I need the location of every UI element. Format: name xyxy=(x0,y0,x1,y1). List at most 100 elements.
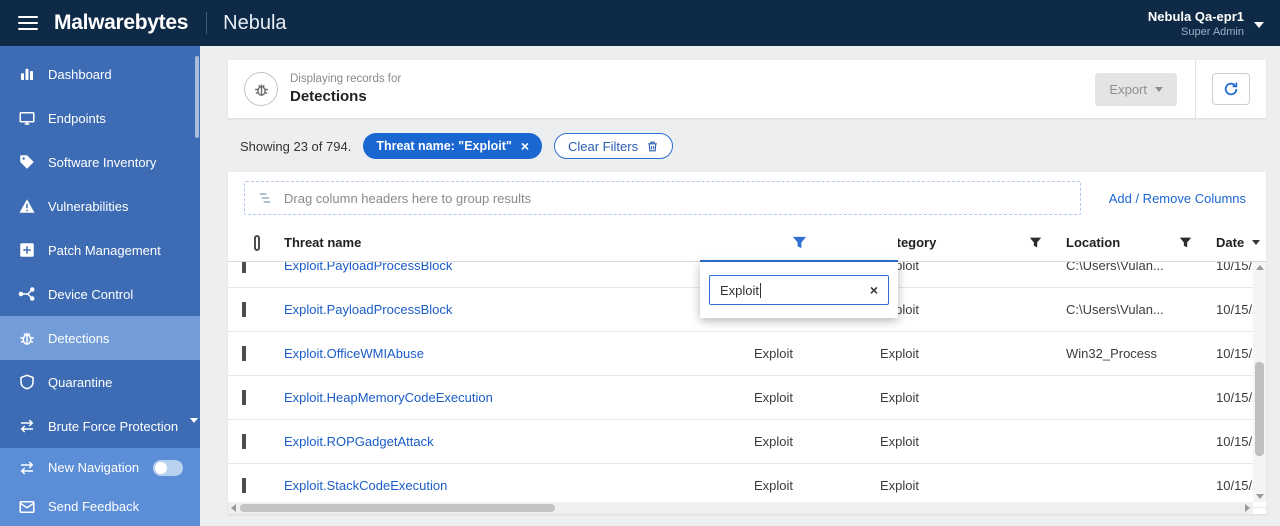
category-cell: Exploit xyxy=(880,390,920,405)
table-row: Exploit.OfficeWMIAbuse Exploit Exploit W… xyxy=(228,332,1266,376)
sidebar-item-label: Send Feedback xyxy=(48,499,140,514)
col2-cell: Exploit xyxy=(754,478,794,493)
page-subtitle: Displaying records for xyxy=(290,73,402,85)
row-checkbox[interactable] xyxy=(242,478,246,493)
sidebar-item-label: Detections xyxy=(48,330,110,346)
row-checkbox[interactable] xyxy=(242,434,246,449)
horizontal-scroll-thumb[interactable] xyxy=(240,504,555,512)
plus-square-icon xyxy=(20,243,34,257)
clear-input-icon[interactable]: × xyxy=(870,283,878,297)
trash-icon xyxy=(648,141,657,151)
vertical-scroll-thumb[interactable] xyxy=(1255,361,1264,456)
sidebar-item-label: Software Inventory xyxy=(48,154,157,170)
filter-input[interactable]: Exploit × xyxy=(709,275,889,305)
group-drop-zone[interactable]: Drag column headers here to group result… xyxy=(244,181,1081,215)
sidebar-item-vulnerabilities[interactable]: Vulnerabilities xyxy=(0,184,200,228)
detections-badge xyxy=(244,72,278,106)
clear-filters-label: Clear Filters xyxy=(568,138,639,154)
bug-icon xyxy=(254,84,268,96)
new-navigation-toggle[interactable] xyxy=(153,459,184,476)
horizontal-scrollbar[interactable] xyxy=(228,502,1253,514)
account-name: Nebula Qa-epr1 xyxy=(1147,8,1244,24)
bug-icon xyxy=(20,332,34,345)
location-cell: C:\Users\Vulan... xyxy=(1066,262,1164,273)
group-hint: Drag column headers here to group result… xyxy=(284,190,532,206)
sidebar-item-device-control[interactable]: Device Control xyxy=(0,272,200,316)
threat-name-link[interactable]: Exploit.HeapMemoryCodeExecution xyxy=(284,390,493,405)
main-content: Displaying records for Detections Export… xyxy=(200,46,1280,526)
sidebar-item-quarantine[interactable]: Quarantine xyxy=(0,360,200,404)
sidebar-item-dashboard[interactable]: Dashboard xyxy=(0,52,200,96)
account-menu[interactable]: Nebula Qa-epr1 Super Admin xyxy=(1148,9,1280,38)
row-checkbox[interactable] xyxy=(242,302,246,317)
sidebar-scrollbar[interactable] xyxy=(195,56,199,138)
refresh-icon xyxy=(1224,82,1238,96)
row-checkbox[interactable] xyxy=(242,346,246,361)
threat-name-link[interactable]: Exploit.ROPGadgetAttack xyxy=(284,434,434,449)
filter-popup-header[interactable] xyxy=(700,224,898,262)
threat-name-link[interactable]: Exploit.PayloadProcessBlock xyxy=(284,302,452,317)
sidebar-item-label: Patch Management xyxy=(48,242,161,258)
export-button[interactable]: Export xyxy=(1095,72,1177,106)
column-header-threat-name[interactable]: Threat name xyxy=(272,235,742,250)
sidebar-item-label: Vulnerabilities xyxy=(48,198,129,214)
sidebar-item-endpoints[interactable]: Endpoints xyxy=(0,96,200,140)
page-header-card: Displaying records for Detections Export xyxy=(228,60,1266,118)
sidebar-item-software-inventory[interactable]: Software Inventory xyxy=(0,140,200,184)
filter-funnel-icon[interactable] xyxy=(792,235,807,250)
menu-icon[interactable] xyxy=(18,16,38,30)
category-cell: Exploit xyxy=(880,434,920,449)
threat-name-link[interactable]: Exploit.PayloadProcessBlock xyxy=(284,262,452,273)
export-label: Export xyxy=(1109,81,1147,97)
filter-popup-dropdown: Exploit × xyxy=(700,262,898,318)
clear-filters-button[interactable]: Clear Filters xyxy=(554,133,674,159)
filter-funnel-icon[interactable] xyxy=(1179,236,1192,249)
shield-icon xyxy=(20,374,34,390)
sidebar-item-label: New Navigation xyxy=(48,460,140,475)
envelope-icon xyxy=(19,500,35,513)
account-role: Super Admin xyxy=(1181,25,1244,38)
refresh-button[interactable] xyxy=(1212,73,1250,105)
sidebar-item-brute-force-protection[interactable]: Brute Force Protection xyxy=(0,404,200,448)
column-label: Threat name xyxy=(284,235,362,250)
sidebar-item-label: Quarantine xyxy=(48,374,113,390)
sidebar-item-new-navigation[interactable]: New Navigation xyxy=(0,448,200,487)
detections-table-panel: Drag column headers here to group result… xyxy=(228,172,1266,514)
sidebar-item-label: Device Control xyxy=(48,286,134,302)
sidebar-item-patch-management[interactable]: Patch Management xyxy=(0,228,200,272)
scroll-right-icon[interactable] xyxy=(1245,504,1250,512)
filter-chip-label: Threat name: "Exploit" xyxy=(376,139,512,153)
vertical-scrollbar[interactable] xyxy=(1253,262,1266,502)
filter-bar: Showing 23 of 794. Threat name: "Exploit… xyxy=(240,132,674,160)
column-filter-popup: Exploit × xyxy=(700,224,898,318)
row-checkbox[interactable] xyxy=(242,262,246,273)
column-label: Date xyxy=(1216,235,1245,250)
group-row: Drag column headers here to group result… xyxy=(228,172,1266,224)
remove-filter-icon[interactable]: × xyxy=(521,139,529,153)
device-control-icon xyxy=(18,287,35,301)
sort-caret-icon xyxy=(1252,240,1261,245)
sidebar-item-send-feedback[interactable]: Send Feedback xyxy=(0,487,200,526)
select-all-checkbox[interactable] xyxy=(254,234,260,251)
filter-chip[interactable]: Threat name: "Exploit" × xyxy=(363,133,542,159)
table-row: Exploit.ROPGadgetAttack Exploit Exploit … xyxy=(228,420,1266,464)
table-row: Exploit.HeapMemoryCodeExecution Exploit … xyxy=(228,376,1266,420)
category-cell: Exploit xyxy=(880,478,920,493)
sidebar-item-label: Endpoints xyxy=(48,110,106,126)
threat-name-link[interactable]: Exploit.StackCodeExecution xyxy=(284,478,447,493)
product-name: Nebula xyxy=(223,11,287,34)
add-remove-columns-link[interactable]: Add / Remove Columns xyxy=(1109,191,1246,206)
threat-name-link[interactable]: Exploit.OfficeWMIAbuse xyxy=(284,346,424,361)
col2-cell: Exploit xyxy=(754,434,794,449)
filter-funnel-icon[interactable] xyxy=(1029,236,1042,249)
row-checkbox[interactable] xyxy=(242,390,246,405)
dashboard-icon xyxy=(21,68,33,80)
sidebar-item-label: Brute Force Protection xyxy=(48,418,179,434)
column-header-location[interactable]: Location xyxy=(1054,235,1204,250)
sidebar-item-detections[interactable]: Detections xyxy=(0,316,200,360)
arrows-icon xyxy=(20,460,34,475)
sidebar-scroll-down-icon[interactable] xyxy=(190,418,198,423)
scroll-down-icon[interactable] xyxy=(1255,494,1264,499)
column-header-date[interactable]: Date xyxy=(1204,235,1272,250)
column-label: Location xyxy=(1066,235,1121,250)
